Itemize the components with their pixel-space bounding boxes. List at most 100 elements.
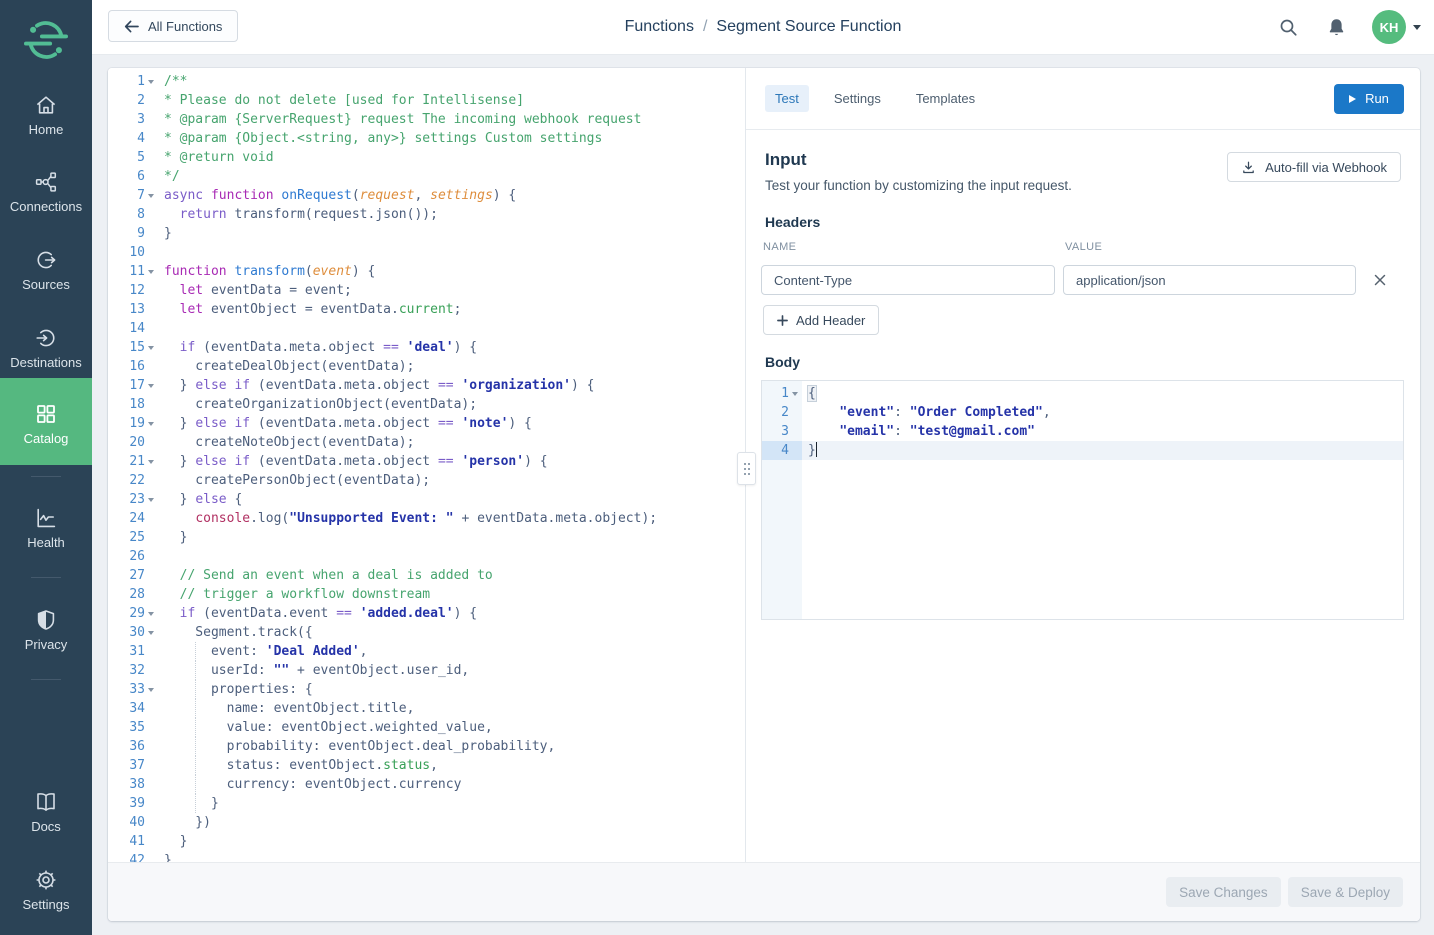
source-code-editor[interactable]: 1/**2* Please do not delete [used for In… <box>108 68 745 862</box>
code-line[interactable]: 32 userId: "" + eventObject.user_id, <box>108 661 745 680</box>
chevron-down-icon[interactable] <box>1413 25 1421 30</box>
line-number: 40 <box>108 813 145 832</box>
tab-templates[interactable]: Templates <box>906 85 985 112</box>
code-line[interactable]: 19 } else if (eventData.meta.object == '… <box>108 414 745 433</box>
code-line[interactable]: 16 createDealObject(eventData); <box>108 357 745 376</box>
code-line[interactable]: 8 return transform(request.json()); <box>108 205 745 224</box>
segment-logo-icon[interactable] <box>0 18 92 67</box>
code-line[interactable]: 10 <box>108 243 745 262</box>
user-avatar[interactable]: KH <box>1372 10 1406 44</box>
fold-arrow-icon[interactable] <box>145 604 158 623</box>
fold-arrow-icon[interactable] <box>145 72 158 91</box>
code-line[interactable]: 36 probability: eventObject.deal_probabi… <box>108 737 745 756</box>
sidebar-item-label: Home <box>0 122 92 137</box>
input-section-subtitle: Test your function by customizing the in… <box>765 178 1072 193</box>
sidebar-item-health[interactable]: Health <box>0 506 92 550</box>
fold-arrow-icon[interactable] <box>145 186 158 205</box>
code-line[interactable]: 37 status: eventObject.status, <box>108 756 745 775</box>
sidebar-item-home[interactable]: Home <box>0 93 92 137</box>
code-line[interactable]: 34 name: eventObject.title, <box>108 699 745 718</box>
code-line[interactable]: 23 } else { <box>108 490 745 509</box>
resize-drag-handle[interactable] <box>737 452 756 485</box>
code-line[interactable]: 38 currency: eventObject.currency <box>108 775 745 794</box>
code-line[interactable]: 39 } <box>108 794 745 813</box>
search-icon[interactable] <box>1279 18 1298 37</box>
code-line[interactable]: 7async function onRequest(request, setti… <box>108 186 745 205</box>
fold-arrow-icon[interactable] <box>145 376 158 395</box>
save-deploy-button[interactable]: Save & Deploy <box>1288 877 1403 907</box>
code-line[interactable]: 29 if (eventData.event == 'added.deal') … <box>108 604 745 623</box>
privacy-icon <box>34 608 58 632</box>
line-number: 11 <box>108 262 145 281</box>
code-line[interactable]: 31 event: 'Deal Added', <box>108 642 745 661</box>
line-number: 18 <box>108 395 145 414</box>
code-line[interactable]: 35 value: eventObject.weighted_value, <box>108 718 745 737</box>
header-name-input[interactable] <box>761 265 1055 295</box>
fold-arrow-icon[interactable] <box>145 262 158 281</box>
sidebar-item-label: Privacy <box>0 637 92 652</box>
breadcrumb-functions[interactable]: Functions <box>625 18 694 36</box>
code-line[interactable]: 14 <box>108 319 745 338</box>
code-line[interactable]: 28 // trigger a workflow downstream <box>108 585 745 604</box>
code-line[interactable]: 27 // Send an event when a deal is added… <box>108 566 745 585</box>
code-line[interactable]: 13 let eventObject = eventData.current; <box>108 300 745 319</box>
request-body-editor[interactable]: 1{2 "event": "Order Completed",3 "email"… <box>761 380 1404 620</box>
code-line[interactable]: 30 Segment.track({ <box>108 623 745 642</box>
remove-header-icon[interactable] <box>1371 271 1389 289</box>
fold-arrow-icon[interactable] <box>145 623 158 642</box>
code-line[interactable]: 2* Please do not delete [used for Intell… <box>108 91 745 110</box>
code-line[interactable]: 15 if (eventData.meta.object == 'deal') … <box>108 338 745 357</box>
fold-arrow-icon[interactable] <box>145 338 158 357</box>
line-number: 29 <box>108 604 145 623</box>
sidebar-divider <box>31 476 61 477</box>
sidebar-item-docs[interactable]: Docs <box>0 790 92 834</box>
header-value-input[interactable] <box>1063 265 1356 295</box>
code-line[interactable]: 6*/ <box>108 167 745 186</box>
line-number: 34 <box>108 699 145 718</box>
fold-arrow-icon[interactable] <box>145 414 158 433</box>
code-line[interactable]: 12 let eventData = event; <box>108 281 745 300</box>
code-line[interactable]: 9} <box>108 224 745 243</box>
sidebar-item-connections[interactable]: Connections <box>0 170 92 214</box>
code-line[interactable]: 2 "event": "Order Completed", <box>762 403 1403 422</box>
code-line[interactable]: 33 properties: { <box>108 680 745 699</box>
code-line[interactable]: 1/** <box>108 72 745 91</box>
sidebar-item-privacy[interactable]: Privacy <box>0 608 92 652</box>
code-line[interactable]: 40 }) <box>108 813 745 832</box>
code-line[interactable]: 41 } <box>108 832 745 851</box>
code-line[interactable]: 11function transform(event) { <box>108 262 745 281</box>
sidebar-item-settings[interactable]: Settings <box>0 868 92 912</box>
sidebar-item-destinations[interactable]: Destinations <box>0 326 92 370</box>
line-number: 33 <box>108 680 145 699</box>
notifications-bell-icon[interactable] <box>1327 17 1346 37</box>
code-line[interactable]: 3* @param {ServerRequest} request The in… <box>108 110 745 129</box>
run-button[interactable]: Run <box>1334 84 1404 114</box>
line-number: 31 <box>108 642 145 661</box>
code-line[interactable]: 1{ <box>762 384 1403 403</box>
code-line[interactable]: 26 <box>108 547 745 566</box>
code-line[interactable]: 5* @return void <box>108 148 745 167</box>
code-line[interactable]: 22 createPersonObject(eventData); <box>108 471 745 490</box>
sidebar-item-catalog[interactable]: Catalog <box>0 378 92 465</box>
code-line[interactable]: 42} <box>108 851 745 862</box>
save-changes-button[interactable]: Save Changes <box>1166 877 1281 907</box>
code-line[interactable]: 17 } else if (eventData.meta.object == '… <box>108 376 745 395</box>
code-line[interactable]: 20 createNoteObject(eventData); <box>108 433 745 452</box>
add-header-button[interactable]: Add Header <box>763 305 879 335</box>
autofill-webhook-button[interactable]: Auto-fill via Webhook <box>1227 152 1401 182</box>
code-line[interactable]: 18 createOrganizationObject(eventData); <box>108 395 745 414</box>
code-line[interactable]: 3 "email": "test@gmail.com" <box>762 422 1403 441</box>
fold-arrow-icon[interactable] <box>145 680 158 699</box>
line-number: 22 <box>108 471 145 490</box>
code-line[interactable]: 25 } <box>108 528 745 547</box>
sidebar-item-sources[interactable]: Sources <box>0 248 92 292</box>
code-line[interactable]: 21 } else if (eventData.meta.object == '… <box>108 452 745 471</box>
code-line[interactable]: 4} <box>762 441 1403 460</box>
fold-arrow-icon[interactable] <box>789 384 802 403</box>
tab-settings[interactable]: Settings <box>824 85 891 112</box>
fold-arrow-icon[interactable] <box>145 490 158 509</box>
code-line[interactable]: 4* @param {Object.<string, any>} setting… <box>108 129 745 148</box>
code-line[interactable]: 24 console.log("Unsupported Event: " + e… <box>108 509 745 528</box>
fold-arrow-icon[interactable] <box>145 452 158 471</box>
tab-test[interactable]: Test <box>765 85 809 112</box>
